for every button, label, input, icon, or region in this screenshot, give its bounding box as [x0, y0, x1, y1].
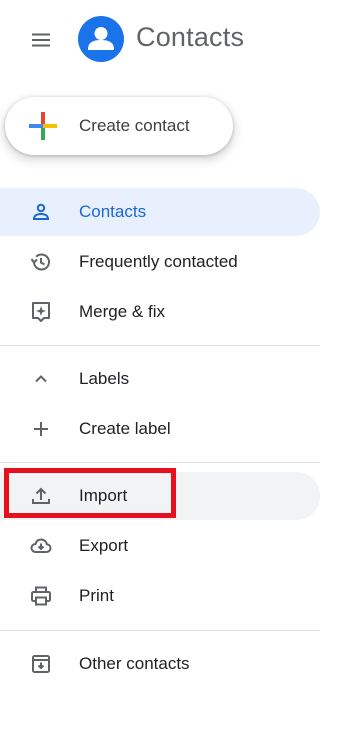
nav-item-label: Import — [79, 486, 128, 505]
nav-item-import[interactable]: Import — [0, 472, 320, 520]
person-avatar-icon — [88, 27, 114, 50]
create-contact-button[interactable]: Create contact — [5, 97, 233, 155]
nav-item-frequently-contacted[interactable]: Frequently contacted — [0, 238, 320, 286]
create-contact-label: Create contact — [79, 116, 190, 135]
main-menu-button[interactable] — [21, 20, 61, 60]
printer-icon — [31, 586, 51, 606]
person-icon — [32, 203, 50, 220]
hamburger-menu-icon — [32, 33, 50, 47]
nav-item-labels[interactable]: Labels — [0, 355, 320, 403]
colorful-plus-icon — [29, 112, 57, 140]
nav-item-label: Export — [79, 536, 129, 555]
nav-item-label: Other contacts — [79, 654, 190, 673]
app-title: Contacts — [136, 22, 245, 52]
upload-icon — [32, 487, 50, 504]
app-logo[interactable] — [78, 16, 124, 62]
nav-item-label: Print — [79, 586, 114, 605]
divider — [0, 462, 320, 463]
nav-item-contacts[interactable]: Contacts — [0, 188, 320, 236]
plus-icon — [34, 422, 48, 436]
archive-down-icon — [32, 655, 50, 673]
nav-item-label: Merge & fix — [79, 302, 165, 321]
nav-item-label: Frequently contacted — [79, 252, 238, 271]
history-icon — [30, 253, 50, 271]
nav-item-merge-fix[interactable]: Merge & fix — [0, 288, 320, 336]
merge-sparkle-icon — [32, 302, 50, 322]
nav-item-label: Contacts — [79, 202, 147, 221]
nav-item-create-label[interactable]: Create label — [0, 405, 320, 453]
nav-item-export[interactable]: Export — [0, 522, 320, 570]
nav-item-print[interactable]: Print — [0, 572, 320, 620]
nav-item-label: Create label — [79, 419, 171, 438]
nav-item-label: Labels — [79, 369, 130, 388]
nav-item-other-contacts[interactable]: Other contacts — [0, 640, 320, 688]
cloud-download-icon — [30, 538, 52, 553]
app-header: Contacts — [0, 0, 348, 80]
divider — [0, 630, 320, 631]
divider — [0, 345, 320, 346]
chevron-up-icon — [35, 375, 47, 383]
